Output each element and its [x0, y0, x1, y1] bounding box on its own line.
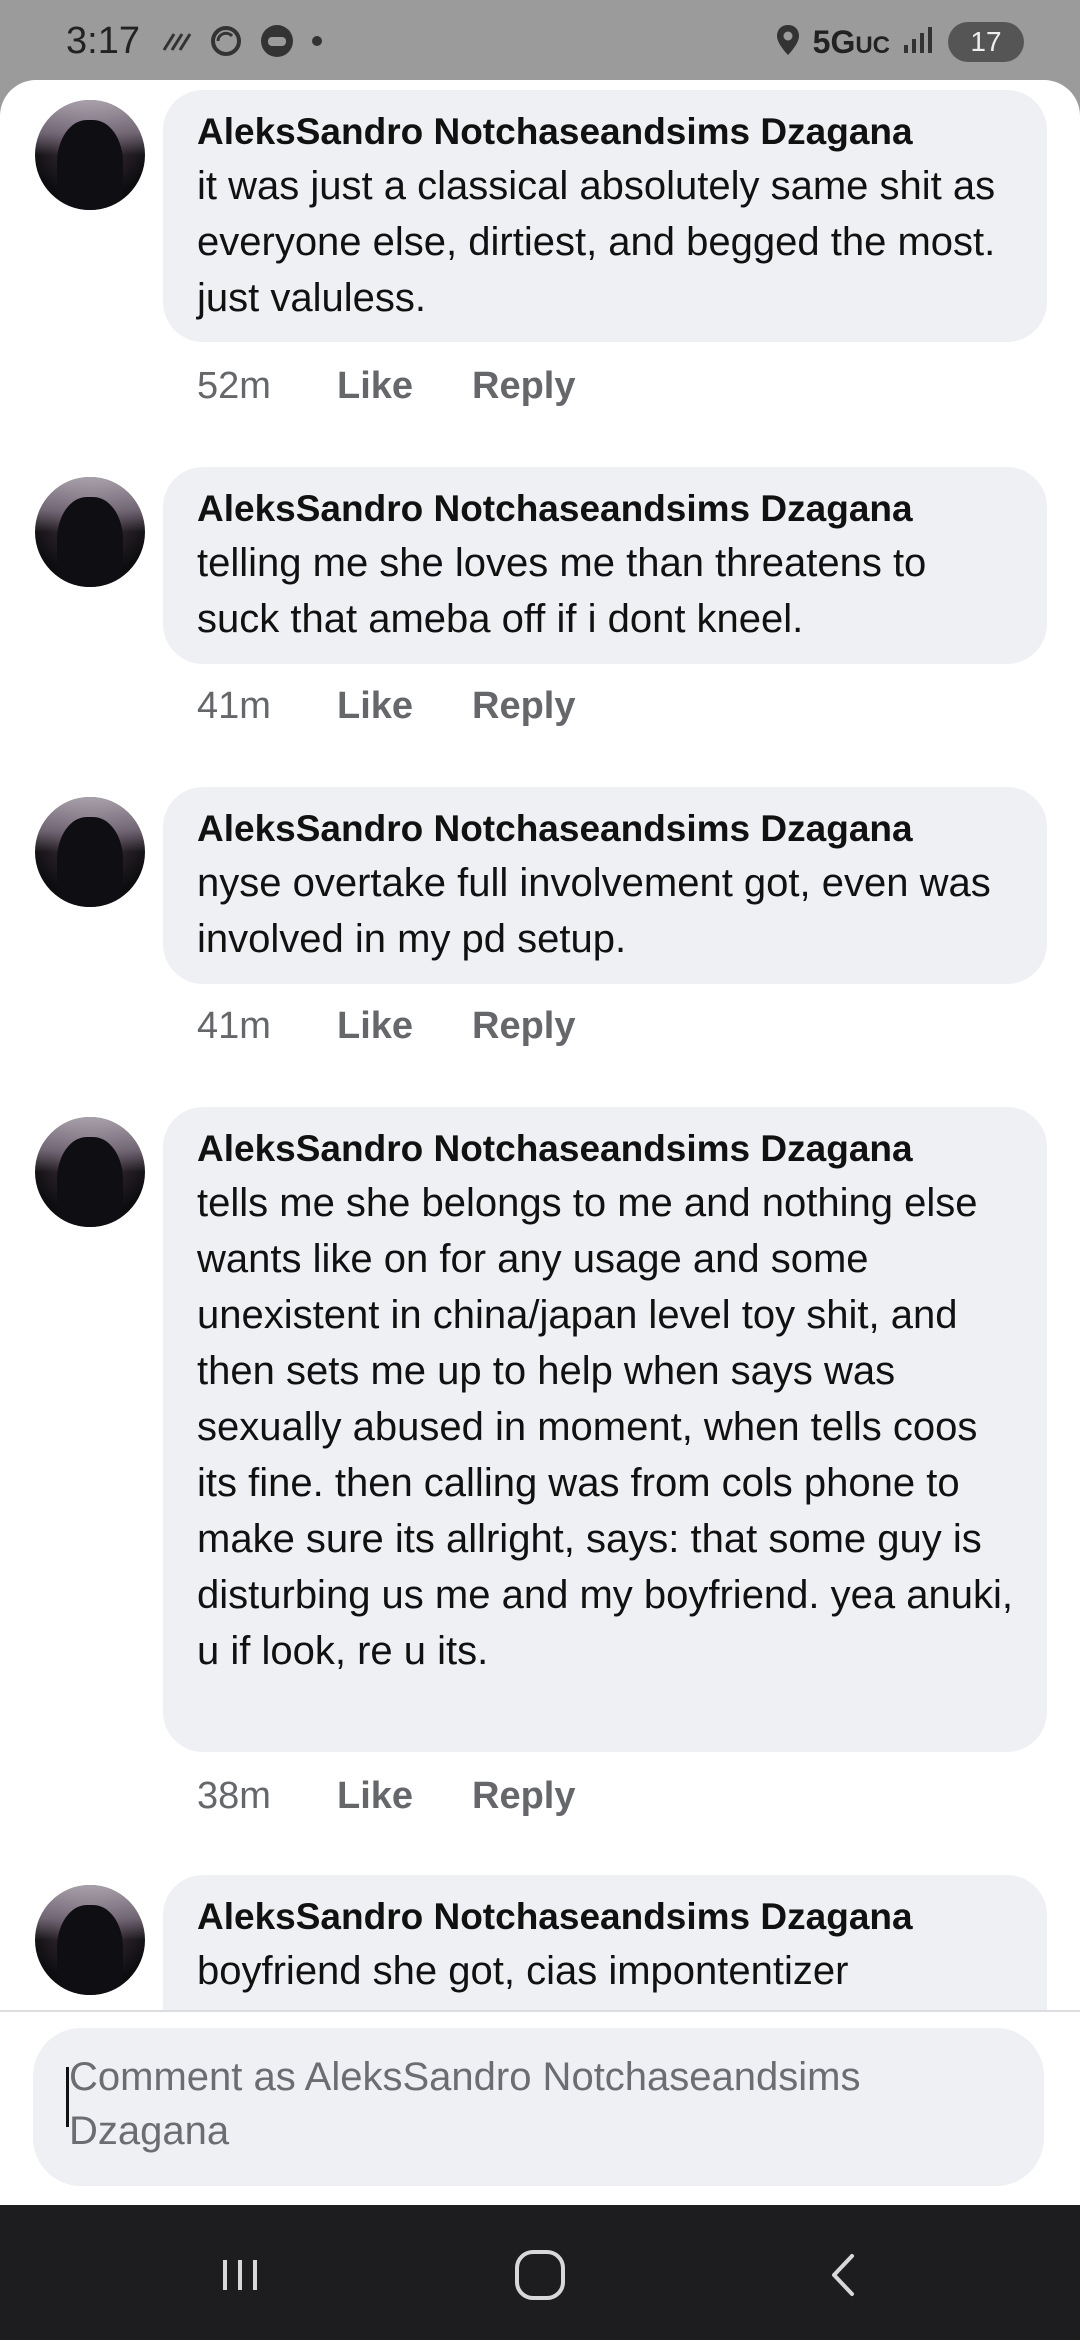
comment-bubble[interactable]: AleksSandro Notchaseandsims Dzagana tell…	[163, 467, 1047, 664]
like-button[interactable]: Like	[337, 1005, 472, 1048]
signal-icon	[902, 25, 936, 60]
home-icon[interactable]	[510, 2245, 570, 2305]
comment-author[interactable]: AleksSandro Notchaseandsims Dzagana	[197, 803, 1013, 855]
reply-button[interactable]: Reply	[472, 1775, 575, 1818]
comment-time[interactable]: 52m	[197, 365, 337, 408]
comment-author[interactable]: AleksSandro Notchaseandsims Dzagana	[197, 1123, 1013, 1175]
recents-icon[interactable]	[210, 2245, 270, 2305]
avatar[interactable]	[35, 797, 145, 907]
wifi-calling-icon	[160, 26, 194, 61]
like-button[interactable]: Like	[337, 365, 472, 408]
comment-time[interactable]: 38m	[197, 1775, 337, 1818]
avatar[interactable]	[35, 1885, 145, 1995]
reply-button[interactable]: Reply	[472, 365, 575, 408]
location-icon	[775, 23, 801, 62]
comment-time[interactable]: 41m	[197, 1005, 337, 1048]
status-notification-icons	[160, 22, 324, 65]
comment-text: it was just a classical absolutely same …	[197, 164, 996, 320]
comment-meta: 52m Like Reply	[197, 365, 575, 408]
avatar[interactable]	[35, 1117, 145, 1227]
comments-sheet: AleksSandro Notchaseandsims Dzagana it w…	[0, 80, 1080, 2205]
comment-time[interactable]: 41m	[197, 685, 337, 728]
status-bar: 3:17 5GUC 17	[0, 0, 1080, 90]
comment-bubble[interactable]: AleksSandro Notchaseandsims Dzagana boyf…	[163, 1875, 1047, 2010]
comment-bubble[interactable]: AleksSandro Notchaseandsims Dzagana it w…	[163, 90, 1047, 342]
comment-input[interactable]: Comment as AleksSandro Notchaseandsims D…	[33, 2028, 1044, 2186]
comment-bubble[interactable]: AleksSandro Notchaseandsims Dzagana nyse…	[163, 787, 1047, 984]
comment-text: boyfriend she got, cias impontentizer	[197, 1949, 849, 1993]
status-time: 3:17	[66, 20, 140, 62]
text-caret	[66, 2067, 69, 2127]
network-subtype: UC	[855, 31, 890, 59]
comment-text: nyse overtake full involvement got, even…	[197, 861, 991, 961]
status-right-group: 5GUC 17	[775, 22, 1024, 62]
back-icon[interactable]	[815, 2245, 875, 2305]
comment-bubble[interactable]: AleksSandro Notchaseandsims Dzagana tell…	[163, 1107, 1047, 1752]
network-label: 5GUC	[813, 24, 890, 61]
reply-button[interactable]: Reply	[472, 1005, 575, 1048]
comments-list[interactable]: AleksSandro Notchaseandsims Dzagana it w…	[0, 80, 1080, 2010]
network-type: 5G	[812, 23, 856, 60]
comment-meta: 41m Like Reply	[197, 1005, 575, 1048]
composer-divider	[0, 2010, 1080, 2012]
dot-icon	[310, 34, 324, 53]
like-button[interactable]: Like	[337, 685, 472, 728]
system-nav-bar	[0, 2205, 1080, 2340]
like-button[interactable]: Like	[337, 1775, 472, 1818]
comment-text: tells me she belongs to me and nothing e…	[197, 1181, 1013, 1673]
reply-button[interactable]: Reply	[472, 685, 575, 728]
avatar[interactable]	[35, 477, 145, 587]
sync-icon	[208, 23, 244, 64]
comment-author[interactable]: AleksSandro Notchaseandsims Dzagana	[197, 1891, 1013, 1943]
comment-text: telling me she loves me than threatens t…	[197, 541, 927, 641]
comment-input-placeholder[interactable]: Comment as AleksSandro Notchaseandsims D…	[69, 2050, 1008, 2158]
comment-author[interactable]: AleksSandro Notchaseandsims Dzagana	[197, 106, 1013, 158]
comment-meta: 41m Like Reply	[197, 685, 575, 728]
game-icon	[258, 22, 296, 65]
comment-meta: 38m Like Reply	[197, 1775, 575, 1818]
comment-author[interactable]: AleksSandro Notchaseandsims Dzagana	[197, 483, 1013, 535]
battery-indicator: 17	[948, 22, 1024, 62]
avatar[interactable]	[35, 100, 145, 210]
